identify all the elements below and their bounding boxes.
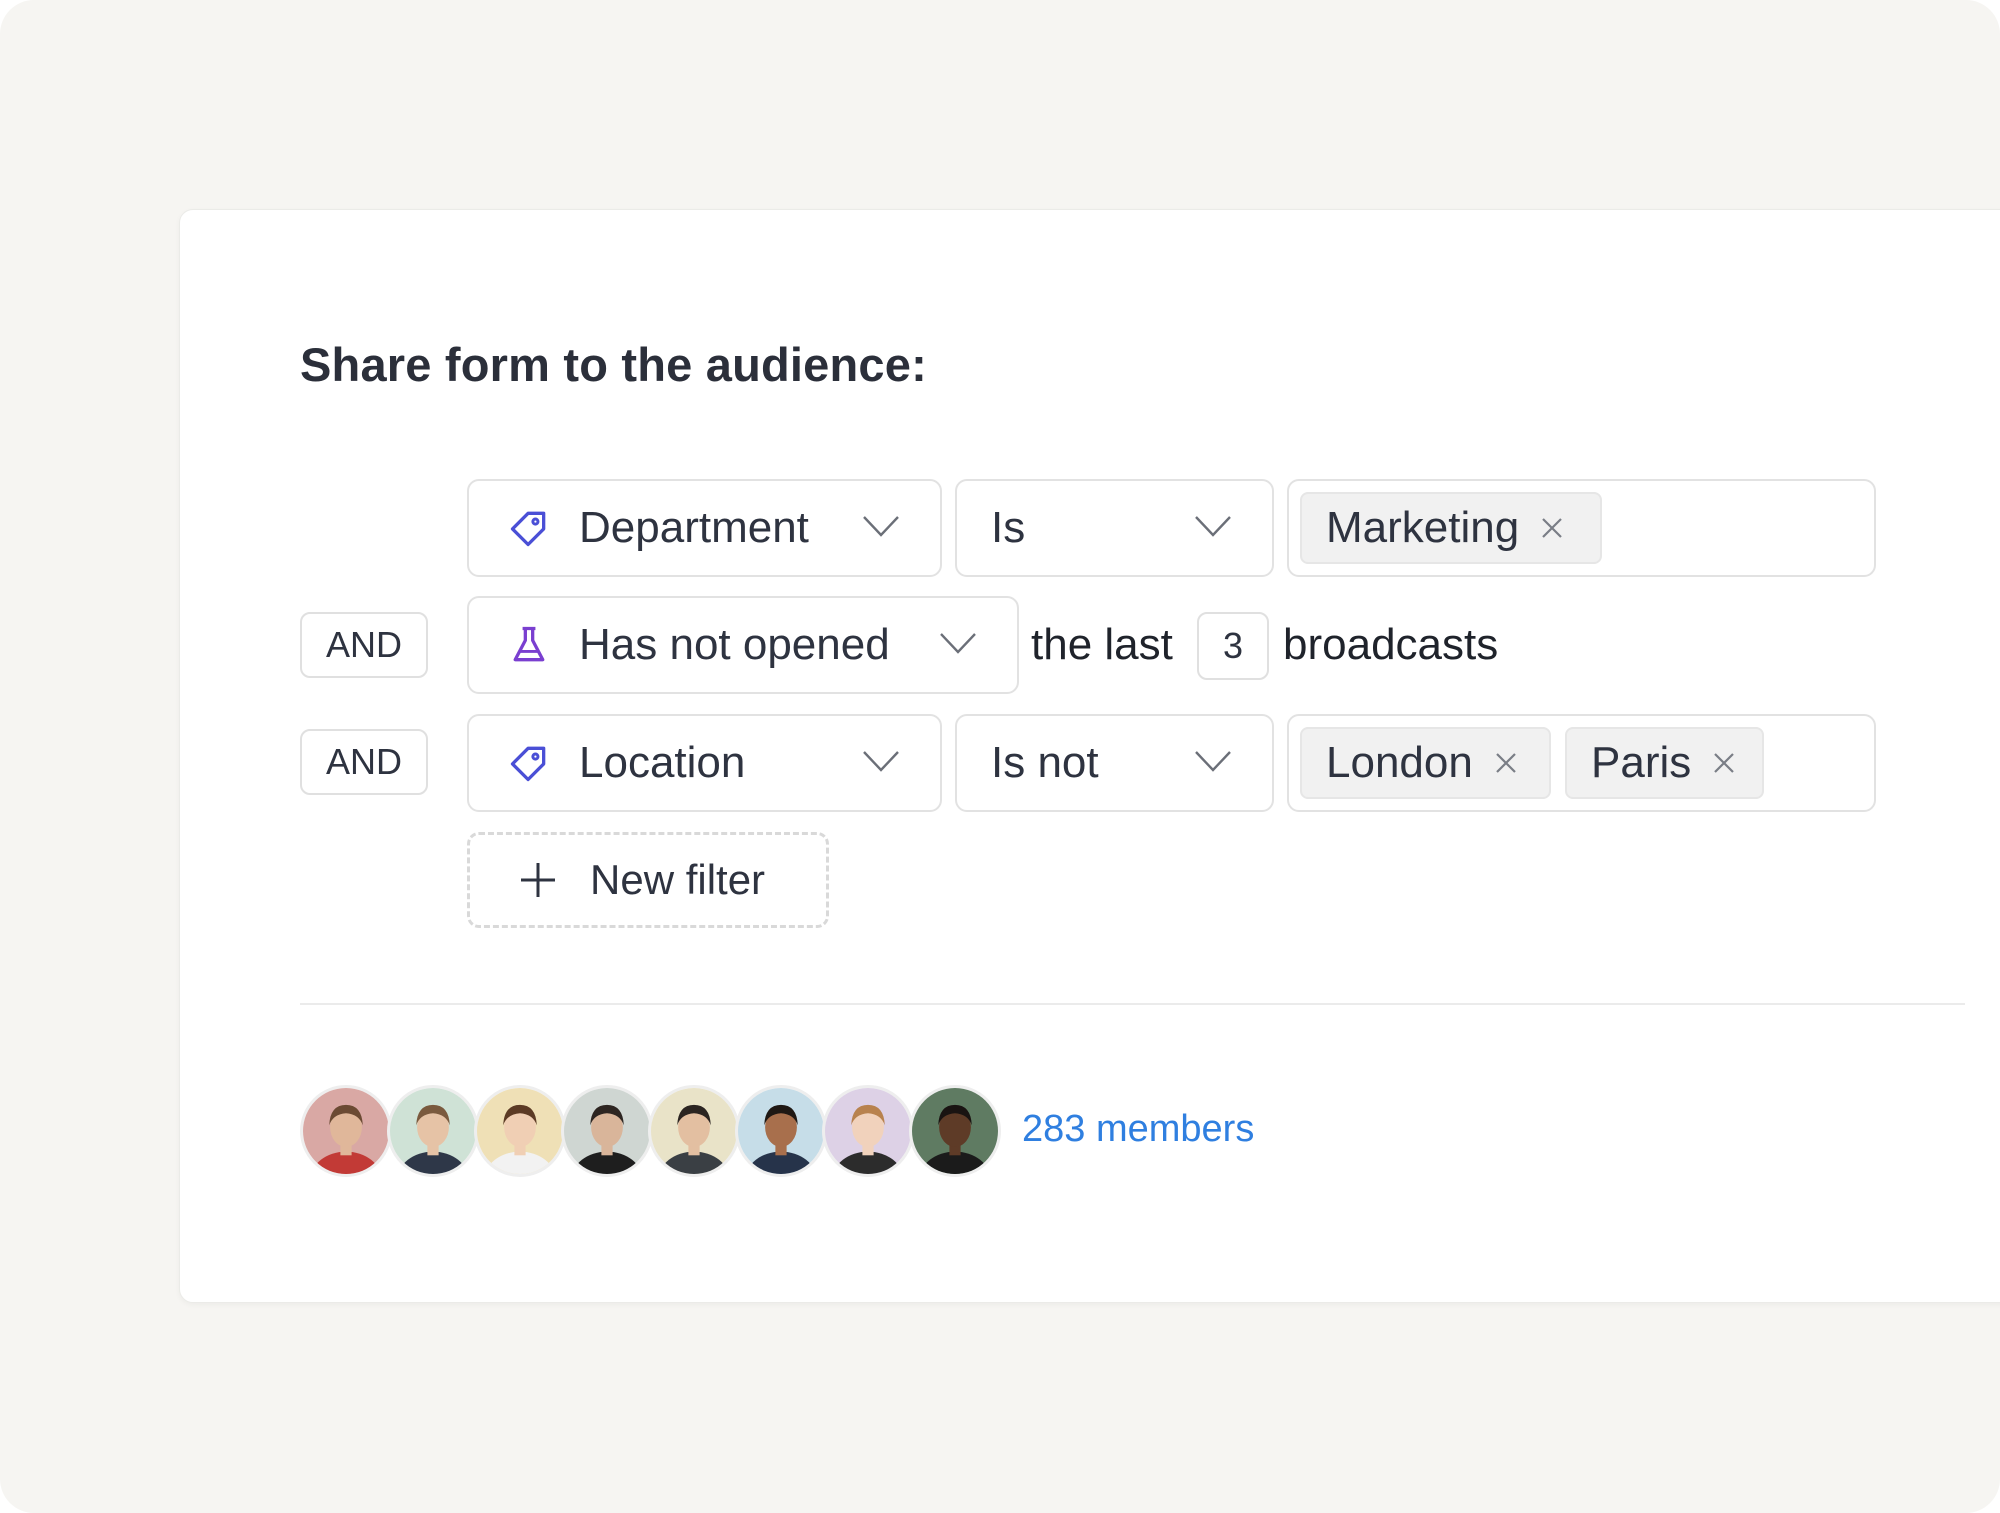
operator-select-is-not[interactable]: Is not: [955, 714, 1274, 812]
close-icon[interactable]: [1713, 752, 1735, 774]
the-last-label: the last: [1031, 620, 1173, 669]
value-chip-marketing: Marketing: [1300, 492, 1602, 564]
and-connector-button[interactable]: AND: [300, 729, 428, 795]
chevron-down-icon: [863, 751, 899, 772]
field-select-department[interactable]: Department: [467, 479, 942, 577]
divider: [300, 1003, 1965, 1005]
value-chip-paris: Paris: [1565, 727, 1764, 799]
operator-label: Is not: [991, 738, 1099, 787]
new-filter-button[interactable]: New filter: [467, 832, 829, 928]
avatar: [387, 1085, 479, 1177]
page-background: Share form to the audience: Department I…: [0, 0, 2000, 1513]
tag-icon: [510, 511, 546, 547]
chevron-down-icon: [1195, 751, 1231, 772]
new-filter-label: New filter: [590, 856, 766, 903]
broadcast-count-input[interactable]: 3: [1197, 612, 1269, 680]
close-icon[interactable]: [1541, 517, 1563, 539]
chevron-down-icon: [1195, 516, 1231, 537]
close-icon[interactable]: [1495, 752, 1517, 774]
avatar: [735, 1085, 827, 1177]
field-label: Department: [579, 503, 809, 552]
chevron-down-icon: [863, 516, 899, 537]
avatar: [648, 1085, 740, 1177]
chip-label: Marketing: [1326, 503, 1520, 552]
avatar: [561, 1085, 653, 1177]
avatar: [909, 1085, 1001, 1177]
field-select-has-not-opened[interactable]: Has not opened: [467, 596, 1019, 694]
field-label: Location: [579, 738, 746, 787]
page-title: Share form to the audience:: [300, 338, 927, 391]
plus-icon: [521, 863, 555, 897]
avatar: [300, 1085, 392, 1177]
broadcasts-label: broadcasts: [1283, 620, 1499, 669]
operator-select-is[interactable]: Is: [955, 479, 1274, 577]
and-connector-button[interactable]: AND: [300, 612, 428, 678]
chip-label: Paris: [1591, 738, 1692, 787]
flask-icon: [513, 626, 545, 662]
chip-label: London: [1326, 738, 1473, 787]
avatar: [474, 1085, 566, 1177]
members-count-link[interactable]: 283 members: [1022, 1108, 1254, 1151]
avatar: [822, 1085, 914, 1177]
tag-icon: [510, 746, 546, 782]
operator-label: Is: [991, 503, 1026, 552]
chevron-down-icon: [940, 633, 976, 654]
field-label: Has not opened: [579, 620, 890, 669]
field-select-location[interactable]: Location: [467, 714, 942, 812]
value-chip-london: London: [1300, 727, 1551, 799]
